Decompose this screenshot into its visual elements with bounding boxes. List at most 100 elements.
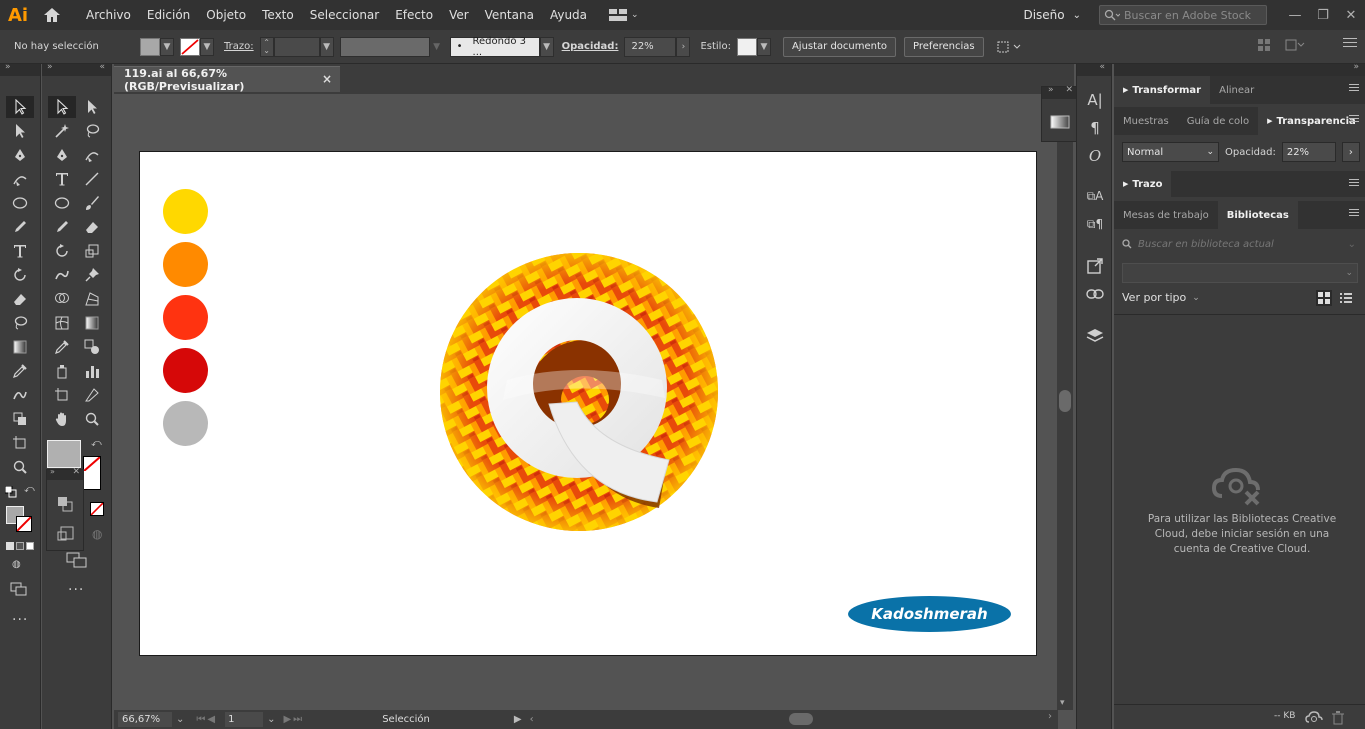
close-icon[interactable]: ✕ — [1065, 85, 1073, 95]
type-tool[interactable] — [6, 240, 34, 262]
panel-menu-icon[interactable] — [1349, 115, 1359, 125]
fill-dropdown[interactable]: ▼ — [160, 37, 174, 56]
pen-tool-2[interactable] — [48, 144, 76, 166]
toolbar-header[interactable]: » — [0, 62, 40, 76]
stroke-weight-input[interactable] — [273, 36, 320, 57]
none-mode-button[interactable] — [90, 502, 104, 516]
menu-efecto[interactable]: Efecto — [387, 0, 441, 30]
gradient-panel-icon[interactable] — [1050, 115, 1070, 129]
zoom-tool-2[interactable] — [78, 408, 106, 430]
transparency-opacity-input[interactable]: 22% — [1281, 142, 1336, 162]
eyedropper-tool-2[interactable] — [48, 336, 76, 358]
none-mode-button[interactable] — [26, 542, 34, 550]
horizontal-scroll-thumb[interactable] — [789, 713, 813, 725]
vertical-scrollbar[interactable]: ▾ — [1057, 94, 1073, 710]
symbol-sprayer-tool[interactable] — [6, 408, 34, 430]
maximize-button[interactable]: ❐ — [1309, 0, 1337, 30]
selection-tool-2[interactable] — [48, 96, 76, 118]
direct-selection-tool-2[interactable] — [78, 96, 106, 118]
shape-builder-tool[interactable] — [48, 288, 76, 310]
brush-definition[interactable]: • Redondo 3 ... — [449, 36, 540, 58]
control-bar-menu[interactable] — [1343, 38, 1357, 47]
panels-header[interactable]: » — [1114, 62, 1365, 76]
links-panel-icon[interactable] — [1083, 282, 1107, 306]
isolate-icon[interactable] — [1285, 38, 1305, 52]
paintbrush-tool[interactable] — [78, 192, 106, 214]
opacity-input[interactable]: 22% — [624, 36, 677, 57]
profile-dropdown[interactable]: ▼ — [430, 37, 444, 57]
library-select[interactable]: ⌄ — [1122, 263, 1358, 283]
layers-panel-icon[interactable] — [1083, 324, 1107, 348]
cc-sync-icon[interactable] — [1305, 711, 1323, 725]
edit-toolbar-icon[interactable]: ··· — [68, 582, 84, 598]
menu-seleccionar[interactable]: Seleccionar — [302, 0, 387, 30]
status-menu-icon[interactable]: ▶ — [514, 714, 522, 725]
artboard[interactable]: Kadoshmerah — [139, 151, 1037, 656]
stroke-weight-dropdown[interactable]: ▼ — [319, 36, 334, 57]
lasso-tool-2[interactable] — [78, 120, 106, 142]
scroll-left-icon[interactable]: ‹ — [530, 714, 534, 725]
close-window-button[interactable]: ✕ — [1337, 0, 1365, 30]
edit-toolbar-icon[interactable]: ··· — [12, 612, 28, 628]
fill-swatch[interactable] — [140, 37, 160, 56]
puppet-warp-tool[interactable] — [78, 264, 106, 286]
scroll-down-icon[interactable]: ▾ — [1060, 698, 1065, 708]
close-icon[interactable]: ✕ — [72, 467, 80, 477]
view-by-type-dropdown[interactable]: Ver por tipo ⌄ — [1122, 291, 1200, 304]
q-logo-artwork[interactable] — [437, 250, 727, 540]
stock-search-input[interactable]: Buscar en Adobe Stock — [1099, 5, 1267, 25]
panel-menu-icon[interactable] — [1349, 209, 1359, 219]
draw-modes-icon[interactable]: ◍ — [12, 559, 21, 570]
fill-stroke-indicator[interactable] — [6, 506, 34, 534]
first-prev-artboard-icon[interactable]: ⏮◀ — [196, 714, 217, 725]
swatch-red-orange[interactable] — [163, 295, 208, 340]
menu-archivo[interactable]: Archivo — [78, 0, 139, 30]
tab-muestras[interactable]: Muestras — [1114, 107, 1178, 135]
graphic-style-dropdown[interactable]: ▼ — [756, 37, 771, 56]
dock-header[interactable]: « — [1077, 62, 1111, 76]
opacity-arrow[interactable]: › — [676, 36, 691, 57]
swatch-orange[interactable] — [163, 242, 208, 287]
pencil-tool[interactable] — [6, 216, 34, 238]
home-icon[interactable] — [36, 0, 68, 30]
rotate-tool-2[interactable] — [48, 240, 76, 262]
vertical-scroll-thumb[interactable] — [1059, 390, 1071, 412]
variable-width-profile[interactable] — [339, 36, 430, 57]
stroke-label[interactable]: Trazo: — [224, 41, 254, 52]
close-document-icon[interactable]: × — [322, 72, 332, 86]
next-last-artboard-icon[interactable]: ▶⏭ — [283, 714, 304, 725]
graphic-style-swatch[interactable] — [736, 37, 757, 56]
transform-options-button[interactable] — [994, 37, 1024, 57]
eraser-tool[interactable] — [6, 288, 34, 310]
floating-panel-header[interactable]: » ✕ — [1042, 85, 1077, 99]
perspective-grid-tool[interactable] — [78, 288, 106, 310]
warp-tool[interactable] — [48, 264, 76, 286]
tab-guia-color[interactable]: Guía de colo — [1178, 107, 1258, 135]
zoom-field[interactable]: 66,67% — [118, 712, 172, 727]
trash-icon[interactable] — [1332, 711, 1344, 725]
swap-fill-stroke-icon[interactable]: ⤺ — [24, 484, 35, 495]
type-tool-2[interactable] — [48, 168, 76, 190]
menu-ver[interactable]: Ver — [441, 0, 477, 30]
artboard-number-field[interactable]: 1 — [225, 712, 264, 727]
tab-mesas-de-trabajo[interactable]: Mesas de trabajo — [1114, 201, 1218, 229]
blend-tool[interactable] — [6, 384, 34, 406]
menu-ayuda[interactable]: Ayuda — [542, 0, 595, 30]
line-segment-tool[interactable] — [78, 168, 106, 190]
default-fill-stroke-button[interactable] — [4, 485, 17, 498]
column-graph-tool[interactable] — [78, 360, 106, 382]
pen-tool[interactable] — [6, 144, 34, 166]
magic-wand-tool[interactable] — [48, 120, 76, 142]
ellipse-tool-2[interactable] — [48, 192, 76, 214]
scale-tool[interactable] — [78, 240, 106, 262]
eraser-tool-2[interactable] — [78, 216, 106, 238]
character-panel-icon[interactable]: A| — [1083, 88, 1107, 112]
menu-ventana[interactable]: Ventana — [477, 0, 542, 30]
direct-selection-tool[interactable] — [6, 120, 34, 142]
list-view-button[interactable] — [1338, 290, 1354, 306]
character-styles-icon[interactable]: ⧉A — [1083, 184, 1107, 208]
library-search-input[interactable]: Buscar en biblioteca actual ⌄ — [1122, 236, 1358, 252]
document-setup-button[interactable]: Ajustar documento — [782, 36, 897, 57]
rotate-tool[interactable] — [6, 264, 34, 286]
slice-tool[interactable] — [78, 384, 106, 406]
